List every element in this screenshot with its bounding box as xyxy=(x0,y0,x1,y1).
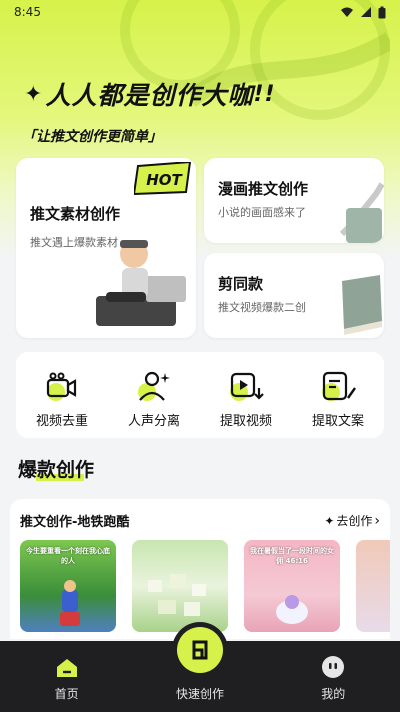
tool-label: 提取文案 xyxy=(311,414,364,429)
card-title: 剪同款 xyxy=(218,275,264,293)
chevron-right-icon: › xyxy=(374,512,380,529)
thumbnail-pink-game[interactable]: 我在暑假当了一段时间的女佣 46:16 xyxy=(244,540,340,632)
battery-icon xyxy=(378,6,386,18)
card-subtitle: 推文视频爆款二创 xyxy=(218,301,306,314)
card-subtitle: 小说的画面感来了 xyxy=(218,206,306,219)
sparkle-icon: ✦ xyxy=(324,513,335,528)
video-camera-icon xyxy=(42,368,82,404)
creator-illustration xyxy=(96,240,186,326)
thumbnail-game-scene[interactable]: 今生要重看一个刻在我心底的人 xyxy=(20,540,116,632)
tool-label: 视频去重 xyxy=(35,414,88,429)
fab-inner xyxy=(177,627,223,673)
card-title: 漫画推文创作 xyxy=(218,180,309,198)
status-icons xyxy=(340,6,386,19)
quick-create-fab[interactable] xyxy=(172,622,228,678)
status-time: 8:45 xyxy=(14,5,41,19)
clip-same-card[interactable]: 剪同款 推文视频爆款二创 xyxy=(204,253,384,338)
nav-label: 我的 xyxy=(321,687,346,701)
slogan-text: 人人都是创作大咖 xyxy=(45,81,254,110)
go-create-link[interactable]: ✦ 去创作 › xyxy=(324,512,380,529)
nav-mine[interactable]: 我的 xyxy=(288,655,378,702)
feed-header: 推文创作-地铁跑酷 ✦ 去创作 › xyxy=(10,499,390,531)
home-icon xyxy=(56,659,77,677)
feed-title: 推文创作-地铁跑酷 xyxy=(20,515,130,530)
document-edit-icon xyxy=(318,368,358,404)
thumbnail-partial[interactable] xyxy=(356,540,390,632)
tool-label: 人声分离 xyxy=(127,414,180,429)
hero-slogan: ✦ 人人都是创作大咖 !! xyxy=(24,76,278,112)
nav-label: 首页 xyxy=(54,687,79,701)
profile-face-icon xyxy=(322,656,345,678)
section-title-text: 爆款创作 xyxy=(18,459,95,481)
tool-voice-separation[interactable]: 人声分离 xyxy=(114,368,194,429)
tool-row: 视频去重 人声分离 提取视频 提取文案 xyxy=(16,352,384,438)
tool-extract-text[interactable]: 提取文案 xyxy=(298,368,378,429)
card-title: 推文素材创作 xyxy=(30,205,121,223)
go-create-label: 去创作 xyxy=(336,514,373,528)
hot-badge-text: HOT xyxy=(146,171,183,189)
thumbnail-caption: 今生要重看一个刻在我心底的人 xyxy=(26,547,110,565)
thumbnail-caption: 我在暑假当了一段时间的女佣 46:16 xyxy=(250,547,334,565)
signal-icon xyxy=(361,7,371,17)
sparkle-mark-icon: ✦ xyxy=(24,81,44,107)
character-blob-icon xyxy=(276,595,308,624)
exclamation-mark-icon: !! xyxy=(253,81,276,107)
video-extract-icon xyxy=(226,368,266,404)
stairs-illustration xyxy=(339,182,384,243)
material-creation-card[interactable]: 推文素材创作 推文遇上爆款素材 HOT xyxy=(16,158,196,338)
wifi-icon xyxy=(341,7,353,17)
section-title: 爆款创作 xyxy=(18,455,94,482)
tool-label: 提取视频 xyxy=(219,414,272,429)
runner-figure-icon xyxy=(60,580,80,626)
book-illustration xyxy=(342,275,382,335)
comic-creation-card[interactable]: 漫画推文创作 小说的画面感来了 xyxy=(204,158,384,243)
hot-badge: HOT xyxy=(134,162,192,196)
tool-extract-video[interactable]: 提取视频 xyxy=(206,368,286,429)
thumbnail-food[interactable] xyxy=(132,540,228,632)
hero-sub-slogan: 「让推文创作更简单」 xyxy=(22,129,162,145)
person-sparkle-icon xyxy=(134,368,174,404)
status-bar: 8:45 xyxy=(0,0,400,24)
nav-label: 快速创作 xyxy=(175,687,224,701)
feed-card: 推文创作-地铁跑酷 ✦ 去创作 › 今生要重看一个刻在我心底的人 我在暑假当了一… xyxy=(10,499,390,639)
food-chunks-icon xyxy=(148,574,206,616)
create-icon xyxy=(192,640,208,660)
tool-video-dedup[interactable]: 视频去重 xyxy=(22,368,102,429)
thumbnail-row: 今生要重看一个刻在我心底的人 我在暑假当了一段时间的女佣 46:16 xyxy=(10,530,390,632)
nav-home[interactable]: 首页 xyxy=(22,657,112,702)
